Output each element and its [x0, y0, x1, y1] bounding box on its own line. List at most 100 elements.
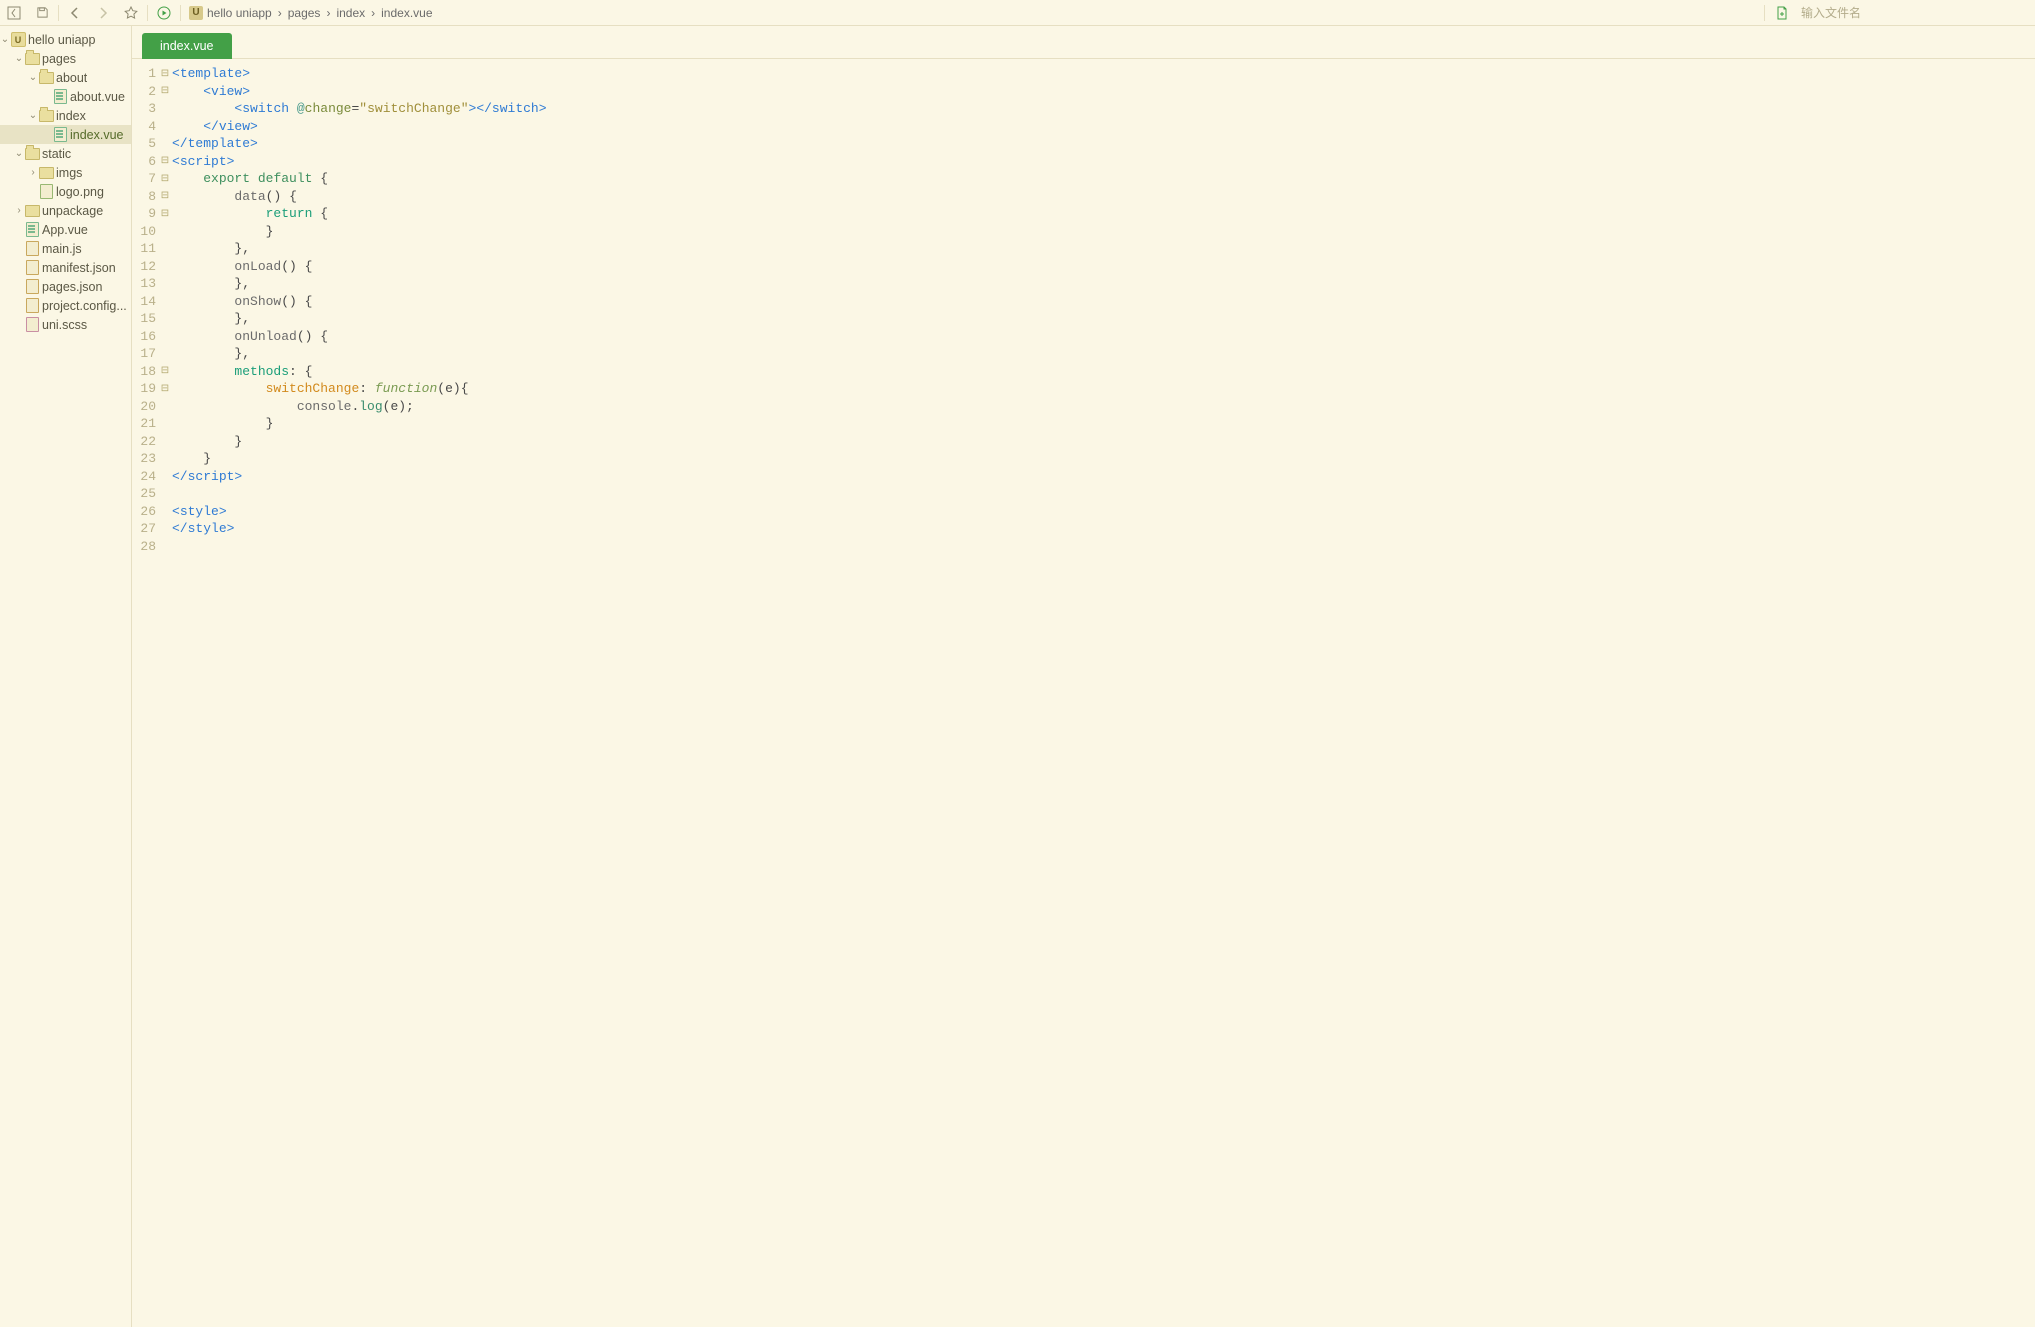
code-line[interactable]: },	[172, 240, 2035, 258]
chevron-right-icon[interactable]: ›	[28, 167, 38, 178]
tree-file[interactable]: about.vue	[0, 87, 131, 106]
tree-file[interactable]: pages.json	[0, 277, 131, 296]
collapse-panel-button[interactable]	[0, 0, 28, 25]
tree-item-label: uni.scss	[42, 318, 87, 332]
chevron-down-icon[interactable]: ⌄	[28, 72, 38, 83]
tree-folder[interactable]: ⌄about	[0, 68, 131, 87]
new-file-icon[interactable]	[1775, 6, 1789, 20]
chevron-down-icon[interactable]: ⌄	[28, 110, 38, 121]
tree-item-label: unpackage	[42, 204, 103, 218]
code-line[interactable]: </view>	[172, 118, 2035, 136]
tree-file[interactable]: manifest.json	[0, 258, 131, 277]
breadcrumb-item[interactable]: pages	[288, 6, 321, 20]
fold-marker[interactable]: ⊟	[160, 205, 170, 223]
tree-item-label: manifest.json	[42, 261, 116, 275]
line-number: 10	[132, 223, 156, 241]
chevron-right-icon[interactable]: ›	[14, 205, 24, 216]
fold-marker	[160, 223, 170, 241]
nav-forward-button[interactable]	[89, 0, 117, 25]
code-line[interactable]: return {	[172, 205, 2035, 223]
tree-file[interactable]: uni.scss	[0, 315, 131, 334]
tree-file[interactable]: main.js	[0, 239, 131, 258]
fold-column[interactable]: ⊟⊟⊟⊟⊟⊟⊟⊟	[160, 59, 170, 1327]
code-line[interactable]: <view>	[172, 83, 2035, 101]
nav-back-button[interactable]	[61, 0, 89, 25]
code-line[interactable]: data() {	[172, 188, 2035, 206]
code-content[interactable]: <template> <view> <switch @change="switc…	[170, 59, 2035, 1327]
tree-folder[interactable]: ⌄pages	[0, 49, 131, 68]
code-line[interactable]	[172, 538, 2035, 556]
tree-file[interactable]: index.vue	[0, 125, 131, 144]
editor-tabs: index.vue	[132, 26, 2035, 59]
code-line[interactable]: export default {	[172, 170, 2035, 188]
tree-item-label: main.js	[42, 242, 82, 256]
code-line[interactable]: }	[172, 450, 2035, 468]
fold-marker	[160, 398, 170, 416]
fold-marker[interactable]: ⊟	[160, 170, 170, 188]
tree-project[interactable]: ⌄Uhello uniapp	[0, 30, 131, 49]
fold-marker[interactable]: ⊟	[160, 65, 170, 83]
folder-icon	[24, 205, 40, 217]
vue-file-icon	[52, 127, 68, 142]
breadcrumb-item[interactable]: index	[336, 6, 365, 20]
folder-icon	[24, 148, 40, 160]
code-line[interactable]: </style>	[172, 520, 2035, 538]
tab-index-vue[interactable]: index.vue	[142, 33, 232, 59]
chevron-right-icon: ›	[278, 6, 282, 20]
code-line[interactable]: console.log(e);	[172, 398, 2035, 416]
code-line[interactable]: },	[172, 275, 2035, 293]
code-line[interactable]: onUnload() {	[172, 328, 2035, 346]
line-number: 18	[132, 363, 156, 381]
folder-icon	[38, 167, 54, 179]
line-number: 23	[132, 450, 156, 468]
file-search-input[interactable]	[1799, 5, 2023, 21]
fold-marker	[160, 468, 170, 486]
code-line[interactable]: }	[172, 415, 2035, 433]
code-line[interactable]: <switch @change="switchChange"></switch>	[172, 100, 2035, 118]
code-line[interactable]: methods: {	[172, 363, 2035, 381]
fold-marker	[160, 503, 170, 521]
tree-item-label: logo.png	[56, 185, 104, 199]
code-line[interactable]: },	[172, 345, 2035, 363]
fold-marker[interactable]: ⊟	[160, 363, 170, 381]
code-line[interactable]: onLoad() {	[172, 258, 2035, 276]
chevron-down-icon[interactable]: ⌄	[0, 34, 10, 45]
code-line[interactable]: </template>	[172, 135, 2035, 153]
tree-folder[interactable]: › unpackage	[0, 201, 131, 220]
code-line[interactable]: }	[172, 223, 2035, 241]
code-line[interactable]: }	[172, 433, 2035, 451]
tree-file[interactable]: project.config...	[0, 296, 131, 315]
breadcrumb-item[interactable]: index.vue	[381, 6, 432, 20]
code-line[interactable]: },	[172, 310, 2035, 328]
vue-file-icon	[24, 222, 40, 237]
code-line[interactable]: <style>	[172, 503, 2035, 521]
favorite-button[interactable]	[117, 0, 145, 25]
code-line[interactable]: <template>	[172, 65, 2035, 83]
code-line[interactable]: onShow() {	[172, 293, 2035, 311]
save-button[interactable]	[28, 0, 56, 25]
fold-marker[interactable]: ⊟	[160, 188, 170, 206]
code-line[interactable]: switchChange: function(e){	[172, 380, 2035, 398]
run-button[interactable]	[150, 0, 178, 25]
code-line[interactable]: </script>	[172, 468, 2035, 486]
fold-marker[interactable]: ⊟	[160, 83, 170, 101]
tree-folder[interactable]: ⌄index	[0, 106, 131, 125]
breadcrumb-project[interactable]: U hello uniapp	[189, 6, 272, 20]
fold-marker	[160, 450, 170, 468]
chevron-down-icon[interactable]: ⌄	[14, 53, 24, 64]
line-number: 19	[132, 380, 156, 398]
tree-file[interactable]: logo.png	[0, 182, 131, 201]
tree-folder[interactable]: ⌄ static	[0, 144, 131, 163]
tree-item-label: static	[42, 147, 71, 161]
tree-folder[interactable]: ›imgs	[0, 163, 131, 182]
code-line[interactable]: <script>	[172, 153, 2035, 171]
fold-marker	[160, 258, 170, 276]
file-explorer[interactable]: ⌄Uhello uniapp⌄pages⌄aboutabout.vue⌄inde…	[0, 26, 132, 1327]
line-number: 6	[132, 153, 156, 171]
code-line[interactable]	[172, 485, 2035, 503]
chevron-down-icon[interactable]: ⌄	[14, 148, 24, 159]
code-editor[interactable]: 1234567891011121314151617181920212223242…	[132, 59, 2035, 1327]
tree-file[interactable]: App.vue	[0, 220, 131, 239]
fold-marker[interactable]: ⊟	[160, 153, 170, 171]
fold-marker[interactable]: ⊟	[160, 380, 170, 398]
